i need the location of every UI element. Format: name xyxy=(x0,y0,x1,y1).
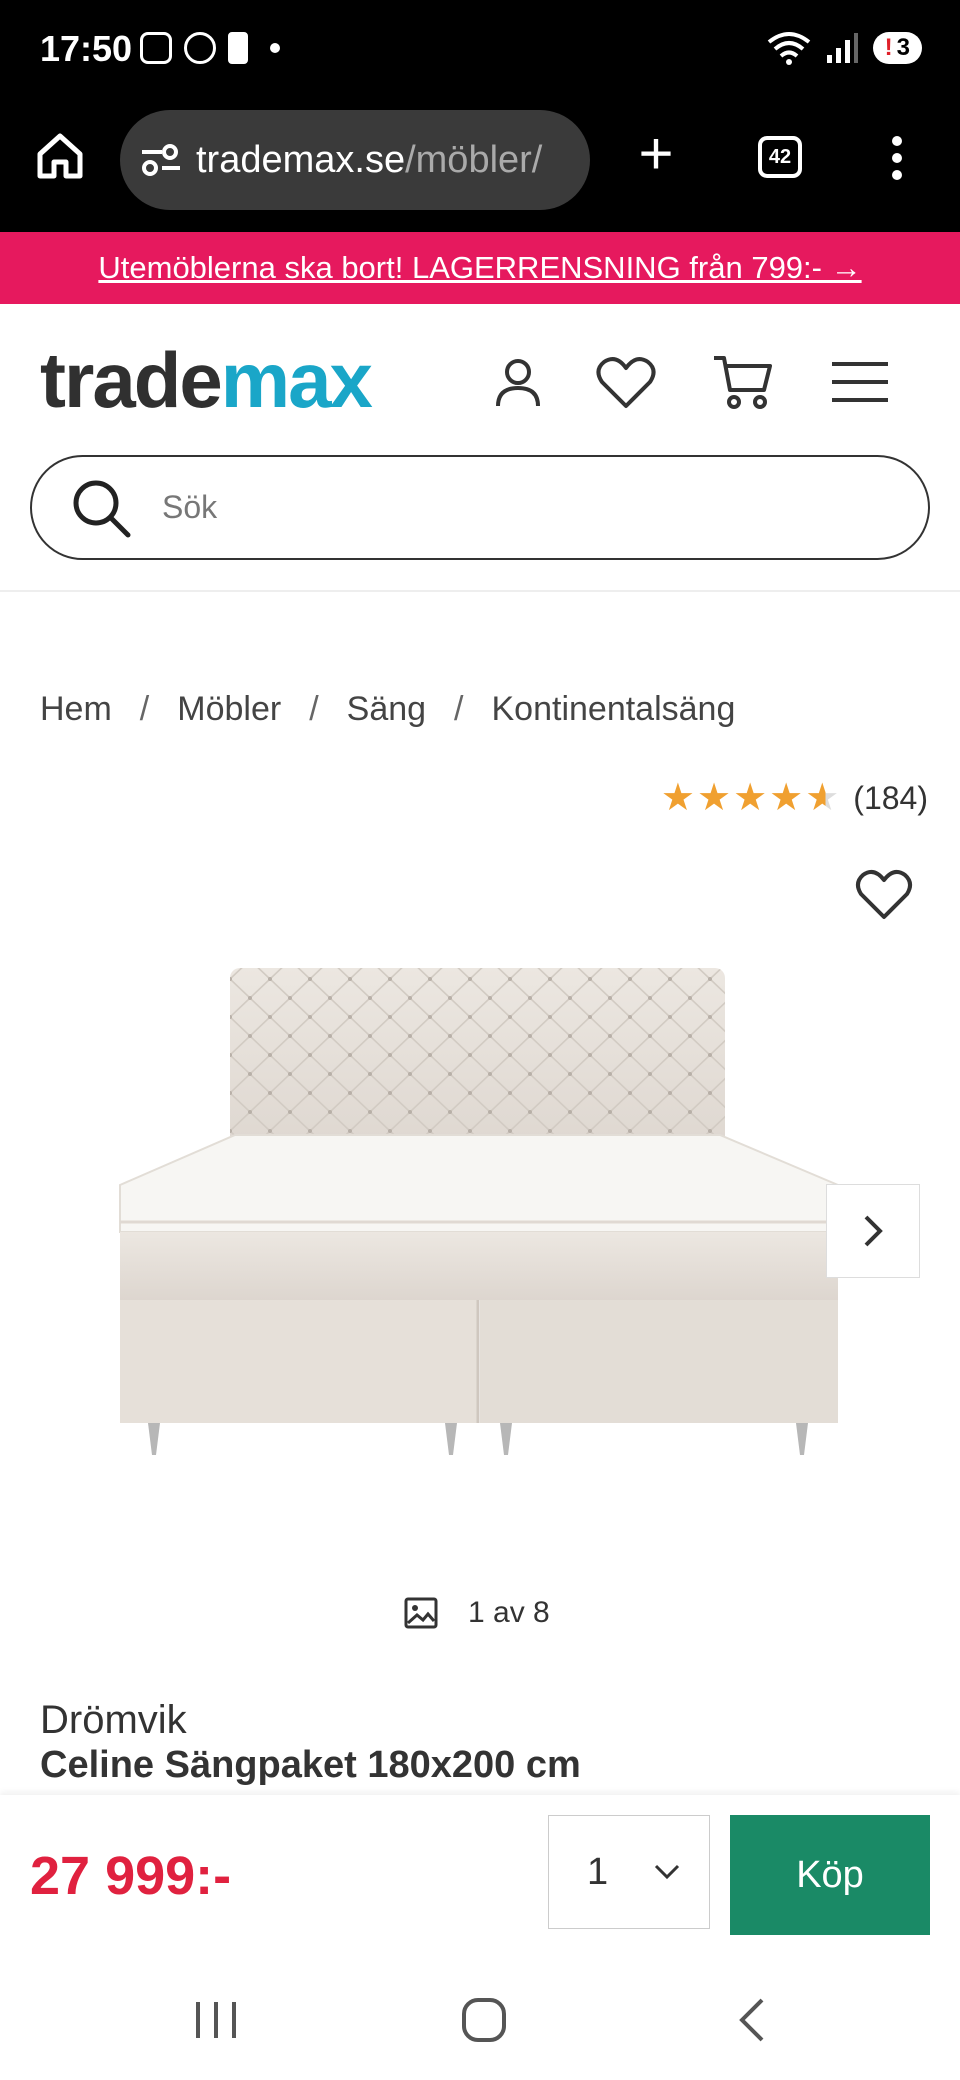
chevron-right-icon xyxy=(864,1215,883,1247)
cart-icon[interactable] xyxy=(710,350,774,414)
url-path: /möbler/ xyxy=(405,138,543,181)
overflow-menu-icon[interactable] xyxy=(890,136,904,180)
signal-icon xyxy=(826,33,858,63)
promo-link[interactable]: Utemöblerna ska bort! LAGERRENSNING från… xyxy=(98,250,861,286)
star-icon: ★ xyxy=(733,777,768,819)
status-icons-left xyxy=(140,32,280,64)
logo-part2: max xyxy=(220,336,373,424)
star-icon: ★ xyxy=(696,777,732,819)
address-bar[interactable]: trademax.se/möbler/ xyxy=(120,110,590,210)
rating-stars: ★ ★ ★ ★ ★ xyxy=(661,778,839,818)
star-icon: ★ xyxy=(769,777,804,819)
breadcrumb-item-mobler[interactable]: Möbler xyxy=(177,690,281,729)
image-counter-text: 1 av 8 xyxy=(468,1596,550,1629)
search-icon[interactable] xyxy=(70,477,132,539)
dot-icon xyxy=(270,43,280,53)
quantity-select[interactable]: 1 xyxy=(548,1815,710,1929)
status-time: 17:50 xyxy=(40,28,133,69)
image-counter: 1 av 8 xyxy=(404,1596,550,1630)
notification-badge: ! 3 xyxy=(872,32,922,64)
wifi-icon xyxy=(767,32,810,65)
wishlist-heart-icon[interactable] xyxy=(854,865,914,921)
chevron-down-icon xyxy=(654,1864,680,1880)
image-icon xyxy=(404,1597,438,1629)
breadcrumb-item-kontinentalsang[interactable]: Kontinentalsäng xyxy=(492,690,736,729)
header-divider xyxy=(0,590,960,592)
breadcrumb-separator: / xyxy=(454,690,464,728)
buy-button[interactable]: Köp xyxy=(730,1815,930,1935)
breadcrumb-separator: / xyxy=(139,690,150,728)
star-icon: ★ xyxy=(660,777,695,819)
system-nav-bar xyxy=(0,1950,960,2080)
tab-count: 42 xyxy=(768,146,792,168)
screenshot-icon xyxy=(140,32,172,64)
product-title: Celine Sängpaket 180x200 cm xyxy=(40,1744,581,1786)
product-price: 27 999:- xyxy=(30,1846,232,1906)
breadcrumb: Hem / Möbler / Säng / Kontinentalsäng xyxy=(40,690,735,729)
logo-part1: trade xyxy=(40,336,223,424)
status-bar: 17:50 ! 3 xyxy=(0,0,960,100)
browser-toolbar: trademax.se/möbler/ + 42 xyxy=(0,100,960,232)
buy-bar: 27 999:- 1 Köp xyxy=(0,1795,960,1950)
gallery-next-button[interactable] xyxy=(826,1184,920,1278)
product-rating[interactable]: ★ ★ ★ ★ ★ (184) xyxy=(661,778,928,818)
battery-alert-icon xyxy=(228,32,248,64)
search-input[interactable] xyxy=(162,489,862,526)
promo-banner[interactable]: Utemöblerna ska bort! LAGERRENSNING från… xyxy=(0,232,960,304)
breadcrumb-item-hem[interactable]: Hem xyxy=(40,690,112,729)
product-image[interactable] xyxy=(110,960,850,1500)
alert-icon: ! xyxy=(884,34,893,61)
half-star-icon: ★ xyxy=(805,777,840,819)
plus-icon[interactable]: + xyxy=(634,124,678,184)
hamburger-menu-icon[interactable] xyxy=(828,350,892,414)
status-icons-right: ! 3 xyxy=(767,30,922,66)
home-nav-icon[interactable] xyxy=(454,1990,514,2050)
notification-count: 3 xyxy=(896,34,910,61)
search-box[interactable] xyxy=(30,455,930,560)
account-icon[interactable] xyxy=(486,350,550,414)
breadcrumb-separator: / xyxy=(309,690,319,728)
url-text[interactable]: trademax.se/möbler/ xyxy=(196,139,542,182)
quantity-value: 1 xyxy=(587,1850,609,1893)
url-domain: trademax.se xyxy=(196,138,406,181)
review-count[interactable]: (184) xyxy=(853,780,928,817)
product-brand[interactable]: Drömvik xyxy=(40,1698,187,1743)
home-icon[interactable] xyxy=(34,130,86,182)
site-settings-icon[interactable] xyxy=(140,143,182,177)
tabs-icon[interactable]: 42 xyxy=(758,136,802,178)
heart-icon[interactable] xyxy=(594,350,658,414)
back-icon[interactable] xyxy=(724,1990,784,2050)
site-logo[interactable]: trademax xyxy=(40,340,373,420)
breadcrumb-item-sang[interactable]: Säng xyxy=(347,690,426,729)
recent-apps-icon[interactable] xyxy=(186,1990,246,2050)
whatsapp-icon xyxy=(184,32,216,64)
